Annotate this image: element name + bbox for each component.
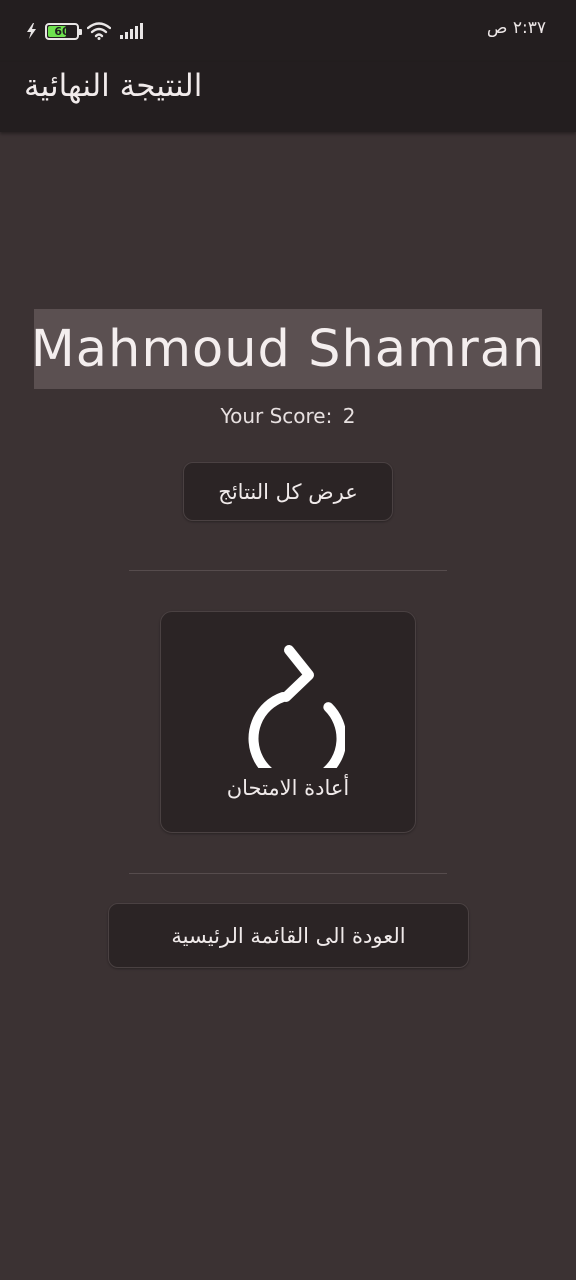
retake-exam-label: أعادة الامتحان [226, 776, 350, 800]
student-name-box: Mahmoud Shamran [31, 309, 544, 389]
score-line: Your Score: 2 [0, 404, 576, 428]
page-title: النتيجة النهائية [24, 68, 203, 104]
retake-exam-button[interactable]: أعادة الامتحان [160, 611, 416, 833]
battery-icon: 60 [45, 22, 82, 40]
score-value: 2 [342, 404, 356, 428]
score-label: Your Score: [220, 404, 333, 428]
show-all-results-label: عرض كل النتائج [218, 479, 358, 504]
back-to-main-menu-button[interactable]: العودة الى القائمة الرئيسية [108, 903, 469, 968]
divider [129, 873, 447, 874]
battery-level: 60 [54, 24, 70, 38]
charging-bolt-icon [27, 23, 36, 39]
show-all-results-button[interactable]: عرض كل النتائج [183, 462, 393, 521]
status-icons: 60 [26, 19, 153, 43]
back-to-main-menu-label: العودة الى القائمة الرئيسية [171, 923, 406, 948]
app-bar: النتيجة النهائية [0, 62, 576, 132]
battery-tip [79, 28, 82, 35]
status-bar: 60 ٢:٣٧ ص [0, 0, 576, 62]
student-name: Mahmoud Shamran [30, 319, 546, 379]
divider [129, 570, 447, 571]
cellular-signal-icon [120, 23, 143, 39]
status-time: ٢:٣٧ ص [486, 18, 546, 38]
wifi-icon [87, 22, 111, 40]
refresh-icon [248, 645, 345, 768]
